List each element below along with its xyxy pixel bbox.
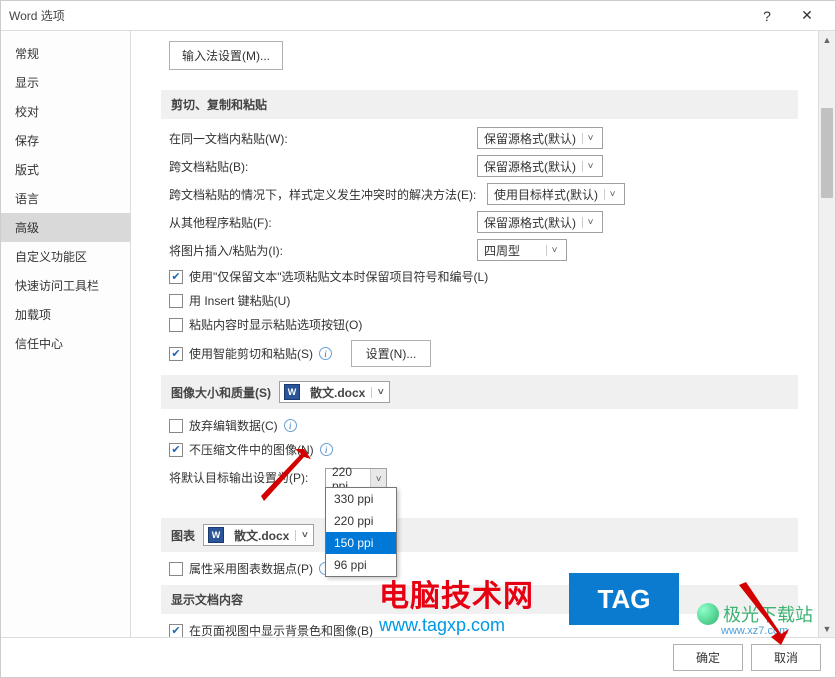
chevron-down-icon: ˅ [582, 217, 598, 228]
insert-picture-as-select[interactable]: 四周型 ˅ [477, 239, 567, 261]
info-icon: i [320, 443, 333, 456]
sidebar-item-save[interactable]: 保存 [1, 126, 130, 155]
paste-conflict-label: 跨文档粘贴的情况下，样式定义发生冲突时的解决方法(E): [169, 186, 479, 203]
no-compress-checkbox[interactable]: ✔ [169, 443, 183, 457]
section-chart: 图表 散文.docx ˅ [161, 518, 798, 552]
scroll-track[interactable] [819, 48, 835, 620]
default-target-output-label: 将默认目标输出设置为(P): [169, 469, 317, 486]
watermark-tag: TAG [569, 573, 679, 625]
sidebar-item-display[interactable]: 显示 [1, 68, 130, 97]
smart-cut-settings-button[interactable]: 设置(N)... [351, 340, 432, 367]
no-compress-label: 不压缩文件中的图像(N) [189, 441, 314, 458]
chart-datapoint-label: 属性采用图表数据点(P) [189, 560, 313, 577]
sidebar-item-customize-ribbon[interactable]: 自定义功能区 [1, 242, 130, 271]
image-quality-doc-select[interactable]: 散文.docx ˅ [279, 381, 390, 403]
smart-cut-paste-checkbox[interactable]: ✔ [169, 347, 183, 361]
content-wrap: 输入法设置(M)... 剪切、复制和粘贴 在同一文档内粘贴(W): 保留源格式(… [131, 31, 835, 637]
show-bg-checkbox[interactable]: ✔ [169, 624, 183, 638]
word-doc-icon [208, 527, 224, 543]
paste-same-doc-label: 在同一文档内粘贴(W): [169, 130, 469, 147]
watermark-logo: 极光下载站 [697, 601, 813, 627]
watermark-logo-text: 极光下载站 [723, 601, 813, 627]
word-doc-icon [284, 384, 300, 400]
discard-edit-data-label: 放弃编辑数据(C) [189, 417, 278, 434]
keep-bullets-checkbox[interactable]: ✔ [169, 270, 183, 284]
insert-picture-as-value: 四周型 [484, 242, 520, 259]
section-chart-label: 图表 [171, 527, 195, 544]
show-paste-options-label: 粘贴内容时显示粘贴选项按钮(O) [189, 316, 362, 333]
info-icon: i [319, 347, 332, 360]
scroll-up-arrow-icon[interactable]: ▲ [819, 31, 835, 48]
chart-doc-name: 散文.docx [228, 527, 295, 544]
section-image-size-quality: 图像大小和质量(S) 散文.docx ˅ [161, 375, 798, 409]
sidebar-item-proofing[interactable]: 校对 [1, 97, 130, 126]
scroll-down-arrow-icon[interactable]: ▼ [819, 620, 835, 637]
dialog-body: 常规 显示 校对 保存 版式 语言 高级 自定义功能区 快速访问工具栏 加载项 … [1, 31, 835, 637]
paste-cross-doc-value: 保留源格式(默认) [484, 158, 576, 175]
chevron-down-icon: ˅ [604, 189, 620, 200]
sidebar-item-advanced[interactable]: 高级 [1, 213, 130, 242]
scroll-thumb[interactable] [821, 108, 833, 198]
aurora-icon [697, 603, 719, 625]
chevron-down-icon: ˅ [582, 133, 598, 144]
ppi-option-96[interactable]: 96 ppi [326, 554, 396, 576]
chart-datapoint-checkbox[interactable] [169, 562, 183, 576]
show-bg-label: 在页面视图中显示背景色和图像(B) [189, 622, 373, 637]
ppi-option-150[interactable]: 150 ppi [326, 532, 396, 554]
paste-same-doc-select[interactable]: 保留源格式(默认) ˅ [477, 127, 603, 149]
content-panel: 输入法设置(M)... 剪切、复制和粘贴 在同一文档内粘贴(W): 保留源格式(… [131, 31, 818, 637]
watermark-logo-url: www.xz7.com [721, 625, 788, 637]
paste-conflict-select[interactable]: 使用目标样式(默认) ˅ [487, 183, 625, 205]
show-paste-options-checkbox[interactable] [169, 318, 183, 332]
cancel-button[interactable]: 取消 [751, 644, 821, 671]
word-options-dialog: Word 选项 ? ✕ 常规 显示 校对 保存 版式 语言 高级 自定义功能区 … [0, 0, 836, 678]
sidebar-item-language[interactable]: 语言 [1, 184, 130, 213]
keep-bullets-label: 使用"仅保留文本"选项粘贴文本时保留项目符号和编号(L) [189, 268, 488, 285]
sidebar-item-trust-center[interactable]: 信任中心 [1, 329, 130, 358]
image-quality-doc-name: 散文.docx [304, 384, 371, 401]
smart-cut-paste-label: 使用智能剪切和粘贴(S) [189, 345, 313, 362]
sidebar-item-quick-access[interactable]: 快速访问工具栏 [1, 271, 130, 300]
paste-other-program-value: 保留源格式(默认) [484, 214, 576, 231]
chevron-down-icon: ˅ [370, 469, 386, 489]
info-icon: i [284, 419, 297, 432]
ppi-dropdown: 330 ppi 220 ppi 150 ppi 96 ppi [325, 487, 397, 577]
paste-other-program-select[interactable]: 保留源格式(默认) ˅ [477, 211, 603, 233]
sidebar-item-addins[interactable]: 加载项 [1, 300, 130, 329]
section-image-label: 图像大小和质量(S) [171, 384, 271, 401]
paste-cross-doc-label: 跨文档粘贴(B): [169, 158, 469, 175]
vertical-scrollbar[interactable]: ▲ ▼ [818, 31, 835, 637]
ime-settings-button[interactable]: 输入法设置(M)... [169, 41, 283, 70]
discard-edit-data-checkbox[interactable] [169, 419, 183, 433]
sidebar-item-general[interactable]: 常规 [1, 39, 130, 68]
insert-picture-as-label: 将图片插入/粘贴为(I): [169, 242, 469, 259]
paste-other-program-label: 从其他程序粘贴(F): [169, 214, 469, 231]
chart-doc-select[interactable]: 散文.docx ˅ [203, 524, 314, 546]
sidebar-item-layout[interactable]: 版式 [1, 155, 130, 184]
chevron-down-icon: ˅ [582, 161, 598, 172]
insert-key-paste-label: 用 Insert 键粘贴(U) [189, 292, 290, 309]
ppi-option-330[interactable]: 330 ppi [326, 488, 396, 510]
help-button[interactable]: ? [747, 2, 787, 30]
paste-conflict-value: 使用目标样式(默认) [494, 186, 598, 203]
titlebar: Word 选项 ? ✕ [1, 1, 835, 31]
sidebar: 常规 显示 校对 保存 版式 语言 高级 自定义功能区 快速访问工具栏 加载项 … [1, 31, 131, 637]
paste-cross-doc-select[interactable]: 保留源格式(默认) ˅ [477, 155, 603, 177]
chevron-down-icon: ˅ [546, 245, 562, 256]
chevron-down-icon: ˅ [371, 387, 389, 398]
ppi-option-220[interactable]: 220 ppi [326, 510, 396, 532]
chevron-down-icon: ˅ [295, 530, 313, 541]
ok-button[interactable]: 确定 [673, 644, 743, 671]
close-button[interactable]: ✕ [787, 2, 827, 30]
insert-key-paste-checkbox[interactable] [169, 294, 183, 308]
dialog-footer: 确定 取消 [1, 637, 835, 677]
section-cut-copy-paste: 剪切、复制和粘贴 [161, 90, 798, 119]
window-title: Word 选项 [9, 7, 747, 24]
paste-same-doc-value: 保留源格式(默认) [484, 130, 576, 147]
